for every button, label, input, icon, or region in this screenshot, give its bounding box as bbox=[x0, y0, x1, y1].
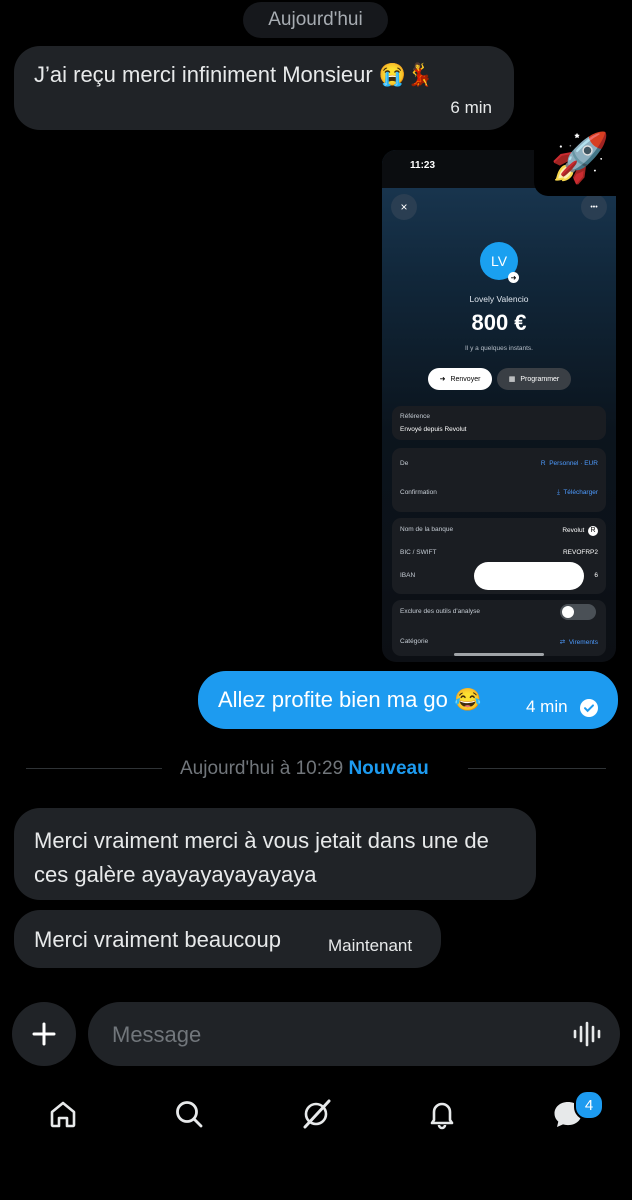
details-card: De R Personnel · EUR Confirmation ⤓ Télé… bbox=[392, 448, 606, 512]
message-time: 4 min bbox=[526, 697, 568, 716]
message-bubble-outgoing[interactable]: Allez profite bien ma go 😂 4 min bbox=[198, 671, 618, 729]
more-icon: ••• bbox=[581, 194, 607, 220]
iban-label: IBAN bbox=[400, 572, 416, 579]
resend-label: Renvoyer bbox=[450, 375, 481, 383]
messages-badge: 4 bbox=[574, 1090, 604, 1120]
add-attachment-button[interactable] bbox=[12, 1002, 76, 1066]
divider-left bbox=[26, 768, 162, 769]
message-input[interactable]: Message bbox=[88, 1002, 620, 1066]
new-messages-separator: Aujourd'hui à 10:29 Nouveau bbox=[180, 758, 429, 780]
message-text: Allez profite bien ma go bbox=[218, 687, 448, 712]
message-bubble-incoming[interactable]: Merci vraiment merci à vous jetait dans … bbox=[14, 808, 536, 900]
bank-value: Revolut R bbox=[562, 526, 598, 536]
recipient-name: Lovely Valencio bbox=[469, 294, 529, 304]
message-time: Maintenant bbox=[328, 936, 413, 955]
status-time: 11:23 bbox=[410, 160, 436, 171]
iban-value: 6 bbox=[594, 572, 598, 579]
close-icon: × bbox=[391, 194, 417, 220]
bic-label: BIC / SWIFT bbox=[400, 549, 437, 556]
grok-icon[interactable] bbox=[294, 1092, 338, 1136]
transfer-badge-icon: ➜ bbox=[508, 272, 519, 283]
attached-image[interactable]: 11:23 × ••• LV ➜ Lovely Valencio 800 € I… bbox=[382, 150, 616, 662]
home-icon[interactable] bbox=[41, 1092, 85, 1136]
read-check-icon bbox=[580, 697, 598, 723]
voice-message-icon[interactable] bbox=[572, 1020, 602, 1053]
revolut-logo-icon: R bbox=[588, 526, 598, 536]
bic-value: REVOFRP2 bbox=[562, 549, 598, 556]
reference-value: Envoyé depuis Revolut bbox=[400, 426, 467, 433]
category-label: Catégorie bbox=[400, 638, 429, 645]
search-icon[interactable] bbox=[167, 1092, 211, 1136]
notifications-icon[interactable] bbox=[420, 1092, 464, 1136]
message-bubble-incoming[interactable]: Merci vraiment beaucoup Maintenant bbox=[14, 910, 441, 968]
from-value: R Personnel · EUR bbox=[540, 460, 598, 467]
analysis-card: Exclure des outils d'analyse Catégorie ⇄… bbox=[392, 600, 606, 656]
bank-label: Nom de la banque bbox=[400, 526, 454, 533]
message-bubble-incoming[interactable]: J’ai reçu merci infiniment Monsieur 😭💃 6… bbox=[14, 46, 514, 130]
message-text: J’ai reçu merci infiniment Monsieur bbox=[34, 62, 373, 87]
schedule-label: Programmer bbox=[520, 375, 560, 383]
calendar-icon: ▦ bbox=[508, 376, 516, 383]
redaction-mark bbox=[474, 562, 584, 590]
message-time: 6 min bbox=[450, 98, 492, 117]
confirmation-label: Confirmation bbox=[400, 489, 437, 496]
arrow-right-icon: ➜ bbox=[439, 376, 446, 383]
message-placeholder: Message bbox=[112, 1022, 202, 1047]
message-text: Merci vraiment beaucoup bbox=[34, 927, 282, 952]
reference-card: Référence Envoyé depuis Revolut bbox=[392, 406, 606, 440]
rocket-emoji: 🚀 bbox=[534, 118, 626, 196]
transfer-time: Il y a quelques instants. bbox=[465, 345, 533, 352]
exclude-toggle bbox=[560, 604, 596, 620]
date-pill: Aujourd'hui bbox=[243, 2, 388, 38]
separator-date: Aujourd'hui à 10:29 bbox=[180, 758, 344, 779]
from-label: De bbox=[400, 460, 409, 467]
new-label: Nouveau bbox=[348, 758, 429, 779]
divider-right bbox=[468, 768, 606, 769]
message-text: Merci vraiment merci à vous jetait dans … bbox=[34, 828, 489, 887]
plus-icon bbox=[32, 1022, 56, 1046]
schedule-button: ▦ Programmer bbox=[497, 368, 571, 390]
reference-label: Référence bbox=[400, 413, 430, 420]
transfer-amount: 800 € bbox=[471, 310, 527, 335]
download-link: ⤓ Télécharger bbox=[556, 489, 598, 496]
resend-button: ➜ Renvoyer bbox=[428, 368, 492, 390]
exclude-label: Exclure des outils d'analyse bbox=[400, 608, 481, 615]
category-value: ⇄ Virements bbox=[559, 639, 598, 646]
home-indicator bbox=[454, 653, 544, 656]
emoji: 😭💃 bbox=[378, 62, 434, 87]
emoji: 😂 bbox=[454, 687, 482, 712]
